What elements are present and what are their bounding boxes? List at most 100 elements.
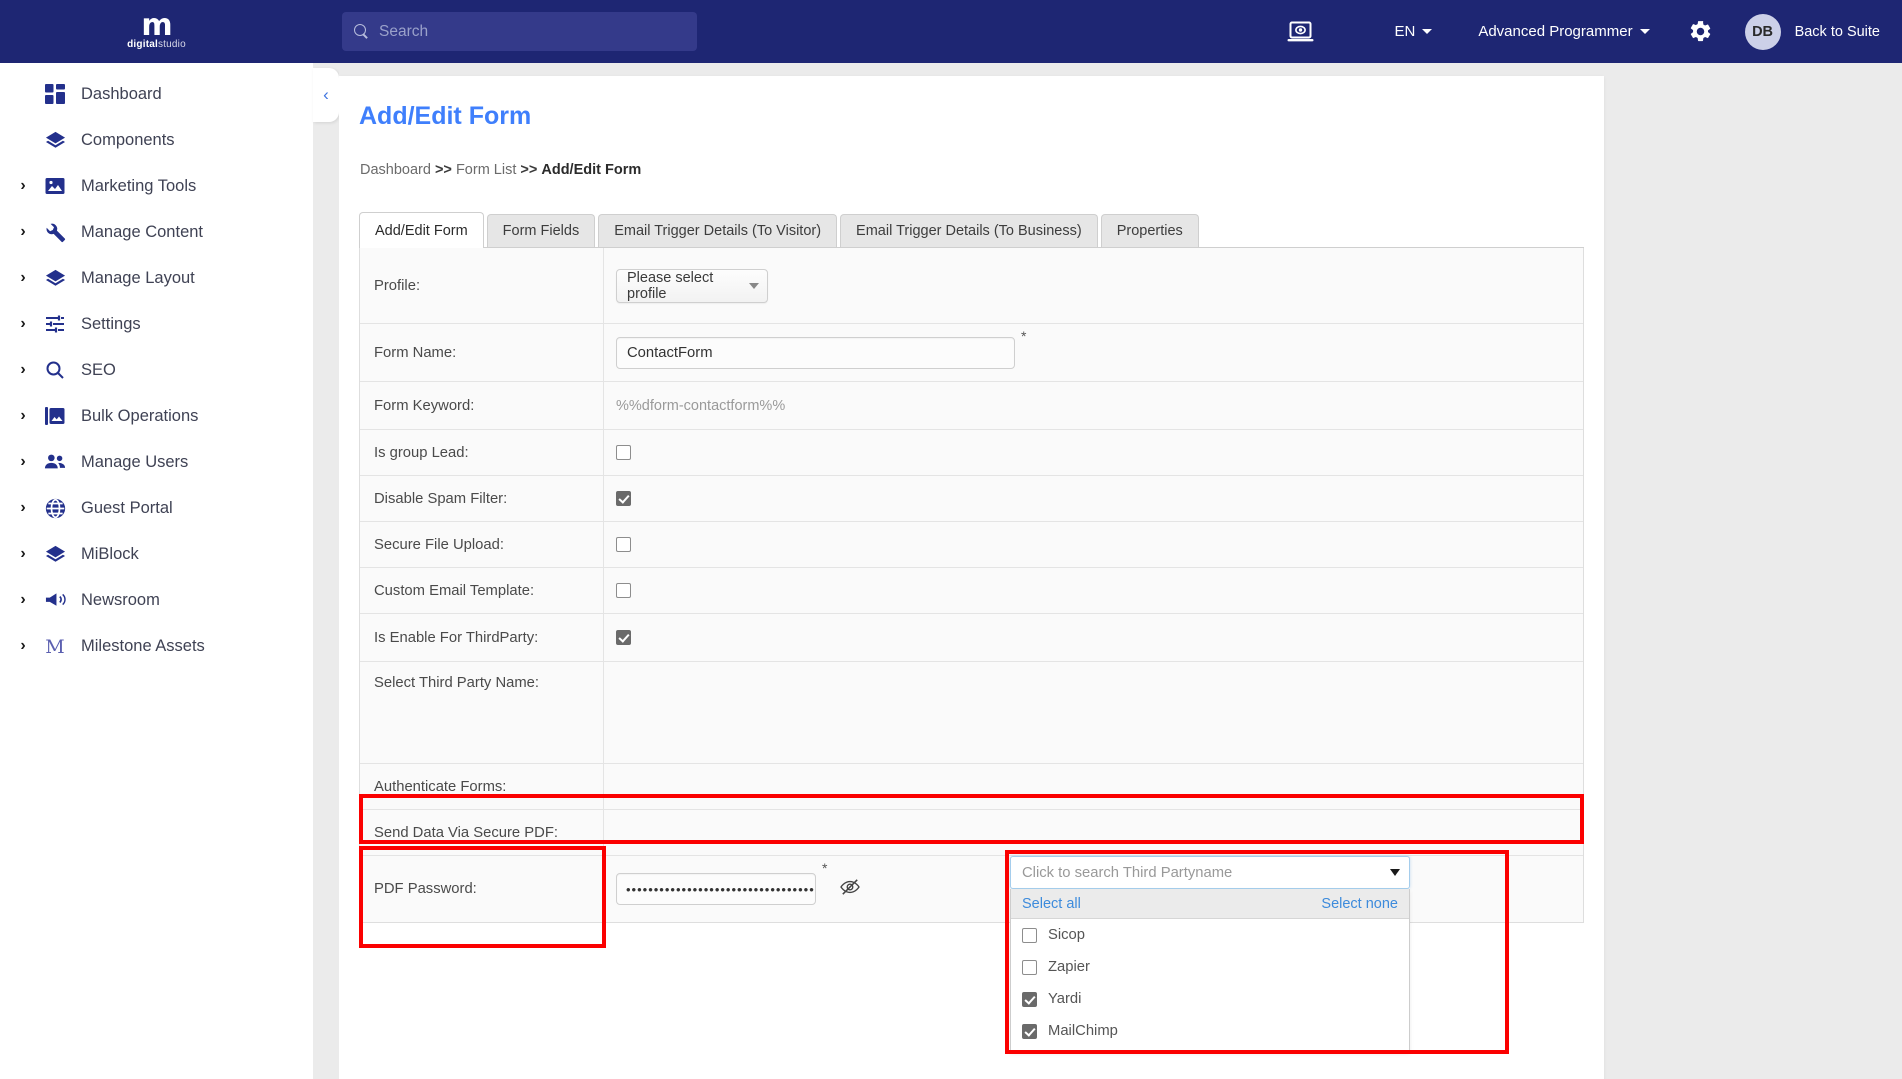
third-party-option-list: Select all Select none Sicop Zapier Yard…: [1010, 889, 1410, 1052]
language-selector[interactable]: EN: [1394, 23, 1433, 40]
option-label: Zapier: [1048, 959, 1090, 975]
back-to-suite-link[interactable]: Back to Suite: [1795, 24, 1880, 40]
sidebar-item-seo[interactable]: › SEO: [0, 347, 313, 393]
chevron-right-icon[interactable]: ›: [8, 638, 38, 654]
custom-email-template-label: Custom Email Template:: [360, 568, 604, 613]
secure-file-upload-checkbox[interactable]: [616, 537, 631, 552]
chevron-right-icon[interactable]: ›: [8, 592, 38, 608]
row-disable-spam-filter: Disable Spam Filter:: [360, 476, 1583, 522]
sliders-icon: [38, 314, 72, 334]
multi-image-icon: [38, 406, 72, 426]
language-label: EN: [1394, 23, 1416, 40]
list-item[interactable]: Zapier: [1011, 951, 1409, 983]
select-none-link[interactable]: Select none: [1321, 896, 1398, 912]
option-checkbox-sicop[interactable]: [1022, 927, 1037, 943]
avatar[interactable]: DB: [1744, 13, 1781, 50]
is-enable-thirdparty-checkbox[interactable]: [616, 630, 631, 645]
chevron-down-icon: [1422, 29, 1433, 34]
sidebar-item-manage-users[interactable]: › Manage Users: [0, 439, 313, 485]
disable-spam-filter-checkbox[interactable]: [616, 491, 631, 506]
chevron-down-icon: [1639, 29, 1650, 34]
sidebar-item-milestone-assets[interactable]: › M Milestone Assets: [0, 623, 313, 669]
option-label: MailChimp: [1048, 1023, 1118, 1039]
tab-form-fields[interactable]: Form Fields: [486, 214, 596, 247]
chevron-right-icon[interactable]: ›: [8, 454, 38, 470]
chevron-left-icon: ‹: [323, 85, 329, 104]
sidebar-item-manage-layout[interactable]: › Manage Layout: [0, 255, 313, 301]
breadcrumb-dashboard[interactable]: Dashboard: [360, 162, 431, 178]
wrench-icon: [38, 222, 72, 243]
row-is-group-lead: Is group Lead:: [360, 430, 1583, 476]
form-name-input[interactable]: ContactForm: [616, 336, 1015, 369]
third-party-multiselect: Click to search Third Partyname Select a…: [1010, 856, 1410, 1052]
third-party-search-input[interactable]: Click to search Third Partyname: [1010, 856, 1410, 889]
profile-select[interactable]: Please select profile: [616, 268, 768, 303]
sidebar-item-dashboard[interactable]: › Dashboard: [0, 71, 313, 117]
sidebar-item-label: Settings: [81, 314, 141, 333]
chevron-right-icon[interactable]: ›: [8, 546, 38, 562]
sidebar-item-manage-content[interactable]: › Manage Content: [0, 209, 313, 255]
is-enable-thirdparty-label: Is Enable For ThirdParty:: [360, 614, 604, 661]
option-checkbox-mailchimp[interactable]: [1022, 1023, 1037, 1039]
page-title: Add/Edit Form: [359, 102, 532, 130]
logo-bold-text: digital: [127, 39, 158, 50]
chevron-right-icon[interactable]: ›: [8, 224, 38, 240]
megaphone-icon: [38, 591, 72, 609]
tab-properties[interactable]: Properties: [1100, 214, 1199, 247]
sidebar-item-guest-portal[interactable]: › Guest Portal: [0, 485, 313, 531]
chevron-right-icon[interactable]: ›: [8, 362, 38, 378]
sidebar-item-label: SEO: [81, 360, 116, 379]
form-name-label: Form Name:: [360, 324, 604, 381]
search-input[interactable]: Search: [342, 12, 697, 51]
sidebar-item-label: Manage Layout: [81, 268, 195, 287]
third-party-list-header: Select all Select none: [1011, 889, 1409, 919]
gear-icon[interactable]: [1688, 19, 1713, 44]
sidebar-item-label: Bulk Operations: [81, 406, 199, 425]
breadcrumb-form-list[interactable]: Form List: [456, 162, 516, 178]
screen-preview-icon[interactable]: [1287, 21, 1314, 43]
chevron-right-icon[interactable]: ›: [8, 270, 38, 286]
sidebar-item-newsroom[interactable]: › Newsroom: [0, 577, 313, 623]
sidebar-item-marketing-tools[interactable]: › Marketing Tools: [0, 163, 313, 209]
row-secure-file-upload: Secure File Upload:: [360, 522, 1583, 568]
option-checkbox-yardi[interactable]: [1022, 991, 1037, 1007]
pdf-password-input[interactable]: ••••••••••••••••••••••••••••••••••: [616, 873, 816, 905]
tab-email-trigger-business[interactable]: Email Trigger Details (To Business): [840, 214, 1098, 247]
tab-add-edit-form[interactable]: Add/Edit Form: [359, 212, 484, 248]
sidebar-collapse-button[interactable]: ‹: [313, 68, 339, 122]
breadcrumb-current: Add/Edit Form: [541, 162, 642, 178]
sidebar-item-bulk-operations[interactable]: › Bulk Operations: [0, 393, 313, 439]
is-group-lead-label: Is group Lead:: [360, 430, 604, 475]
breadcrumb-separator: >>: [520, 162, 538, 178]
sidebar-item-components[interactable]: › Components: [0, 117, 313, 163]
chevron-right-icon[interactable]: ›: [8, 316, 38, 332]
list-item[interactable]: Yardi: [1011, 983, 1409, 1015]
option-checkbox-zapier[interactable]: [1022, 959, 1037, 975]
profile-select-value: Please select profile: [627, 269, 714, 302]
is-group-lead-checkbox[interactable]: [616, 445, 631, 460]
chevron-right-icon[interactable]: ›: [8, 408, 38, 424]
chevron-right-icon[interactable]: ›: [8, 178, 38, 194]
brand-logo[interactable]: m digitalstudio: [0, 0, 313, 63]
sidebar-item-settings[interactable]: › Settings: [0, 301, 313, 347]
sidebar-item-label: MiBlock: [81, 544, 139, 563]
logo-wordmark: digitalstudio: [127, 39, 186, 50]
row-form-keyword: Form Keyword: %%dform-contactform%%: [360, 382, 1583, 430]
user-menu-label: Advanced Programmer: [1478, 23, 1633, 40]
eye-off-icon[interactable]: [839, 878, 861, 901]
logo-mark-icon: m: [141, 8, 172, 43]
svg-text:M: M: [45, 636, 64, 656]
custom-email-template-checkbox[interactable]: [616, 583, 631, 598]
list-item[interactable]: Sicop: [1011, 919, 1409, 951]
tab-bar: Add/Edit Form Form Fields Email Trigger …: [359, 212, 1584, 248]
chevron-right-icon[interactable]: ›: [8, 500, 38, 516]
sidebar-item-miblock[interactable]: › MiBlock: [0, 531, 313, 577]
select-all-link[interactable]: Select all: [1022, 896, 1081, 912]
third-party-search-placeholder: Click to search Third Partyname: [1022, 864, 1233, 881]
profile-label: Profile:: [360, 248, 604, 323]
list-item[interactable]: MailChimp: [1011, 1015, 1409, 1051]
user-menu[interactable]: Advanced Programmer: [1478, 23, 1650, 40]
chevron-down-icon: [1390, 869, 1400, 876]
tab-email-trigger-visitor[interactable]: Email Trigger Details (To Visitor): [598, 214, 838, 247]
search-placeholder: Search: [379, 22, 429, 40]
